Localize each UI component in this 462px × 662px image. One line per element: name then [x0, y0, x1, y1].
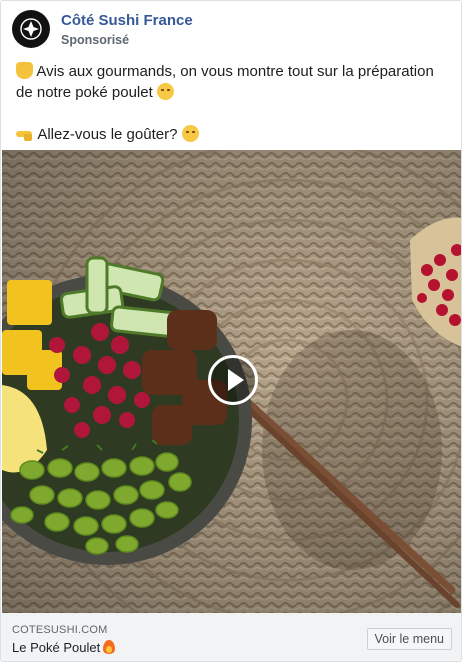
post-text-line-2: Allez-vous le goûter? [16, 124, 456, 145]
link-domain: COTESUSHI.COM [12, 624, 108, 636]
page-avatar[interactable] [12, 10, 50, 48]
post-text: Avis aux gourmands, on vous montre tout … [16, 61, 456, 145]
play-icon[interactable] [208, 355, 258, 405]
post-text-question: Allez-vous le goûter? [37, 126, 178, 143]
post-header: Côté Sushi France Sponsorisé [1, 1, 461, 57]
cta-button[interactable]: Voir le menu [366, 628, 452, 650]
link-headline-text: Le Poké Poulet [12, 640, 101, 655]
raising-hands-icon [16, 62, 33, 79]
post-text-line-1-cont: de notre poké poulet [16, 82, 456, 103]
sponsored-post-card: Côté Sushi France Sponsorisé Avis aux go… [0, 0, 462, 662]
cote-sushi-logo-icon [20, 18, 42, 40]
page-name-link[interactable]: Côté Sushi France [61, 12, 193, 29]
sponsored-label[interactable]: Sponsorisé [61, 33, 129, 47]
link-headline: Le Poké Poulet [12, 640, 116, 655]
video-thumbnail[interactable] [2, 150, 461, 613]
fire-icon [103, 640, 116, 654]
post-text-line-1: Avis aux gourmands, on vous montre tout … [16, 61, 456, 82]
pointing-hand-icon [16, 125, 34, 142]
yum-face-icon [156, 83, 174, 100]
link-preview-footer[interactable]: COTESUSHI.COM Le Poké Poulet Voir le men… [1, 613, 461, 661]
post-text-line-1a: Avis aux gourmands, on vous montre tout … [36, 63, 434, 80]
post-text-line-1b: de notre poké poulet [16, 84, 153, 101]
smirk-face-icon [181, 125, 199, 142]
